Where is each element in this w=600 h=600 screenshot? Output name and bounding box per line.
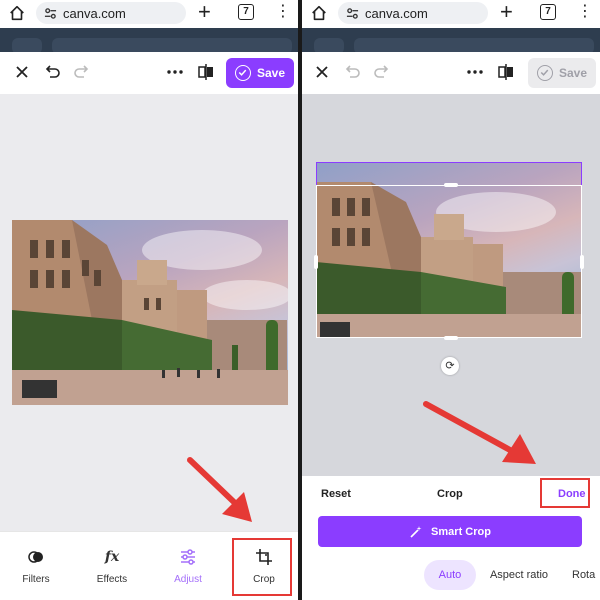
url-text: canva.com bbox=[365, 5, 428, 21]
editor-bottom-toolbar: Filters fx Effects Adjust Crop bbox=[0, 531, 298, 600]
ratio-option-rotate[interactable]: Rota bbox=[572, 560, 600, 590]
compare-icon[interactable] bbox=[496, 62, 516, 82]
crop-handle-right[interactable] bbox=[580, 255, 584, 269]
check-circle-icon bbox=[234, 65, 251, 81]
url-text: canva.com bbox=[63, 5, 126, 21]
sliders-icon bbox=[181, 549, 195, 565]
palace-photo[interactable] bbox=[12, 220, 288, 405]
tab-count-button[interactable]: 7 bbox=[238, 4, 254, 20]
save-label: Save bbox=[558, 66, 588, 80]
tool-label: Filters bbox=[22, 574, 50, 585]
plus-icon[interactable]: + bbox=[198, 1, 211, 23]
browser-chrome: canva.com + 7 ⋮ bbox=[0, 0, 298, 28]
save-button[interactable]: Save bbox=[528, 58, 596, 88]
tune-icon[interactable] bbox=[346, 7, 359, 20]
undo-icon[interactable] bbox=[342, 62, 362, 82]
background-page-strip bbox=[0, 28, 298, 54]
filters-icon bbox=[28, 551, 43, 563]
address-bar[interactable]: canva.com bbox=[36, 2, 186, 24]
tool-effects[interactable]: fx Effects bbox=[82, 548, 142, 585]
compare-icon[interactable] bbox=[196, 62, 216, 82]
reset-button[interactable]: Reset bbox=[321, 488, 351, 500]
close-icon[interactable] bbox=[12, 62, 32, 82]
crop-handle-left[interactable] bbox=[314, 255, 318, 269]
editor-canvas bbox=[0, 94, 298, 531]
crop-handle-top[interactable] bbox=[444, 183, 458, 187]
editor-toolbar: Save bbox=[0, 52, 298, 94]
crop-action-bar: Reset Crop Done bbox=[302, 476, 600, 514]
palace-illustration bbox=[12, 220, 288, 405]
save-label: Save bbox=[256, 66, 286, 80]
fx-icon: fx bbox=[104, 549, 120, 565]
more-horizontal-icon[interactable] bbox=[465, 62, 485, 82]
magic-wand-icon bbox=[410, 525, 422, 538]
red-arrow-pointer bbox=[423, 401, 536, 464]
kebab-icon[interactable]: ⋮ bbox=[275, 2, 291, 22]
undo-icon[interactable] bbox=[42, 62, 62, 82]
crop-selection-area[interactable] bbox=[316, 185, 582, 338]
home-icon[interactable] bbox=[8, 4, 26, 22]
ratio-option-aspect-ratio[interactable]: Aspect ratio bbox=[484, 560, 554, 590]
kebab-icon[interactable]: ⋮ bbox=[577, 2, 593, 22]
rotate-icon[interactable]: ⟳ bbox=[441, 357, 459, 375]
red-arrow-pointer bbox=[187, 457, 252, 522]
ratio-option-auto[interactable]: Auto bbox=[424, 560, 476, 590]
tab-count-button[interactable]: 7 bbox=[540, 4, 556, 20]
save-button[interactable]: Save bbox=[226, 58, 294, 88]
tool-adjust[interactable]: Adjust bbox=[158, 548, 218, 585]
close-icon[interactable] bbox=[312, 62, 332, 82]
background-page-strip bbox=[302, 28, 600, 54]
redo-icon[interactable] bbox=[72, 62, 92, 82]
crop-handle-bottom[interactable] bbox=[444, 336, 458, 340]
browser-chrome: canva.com + 7 ⋮ bbox=[302, 0, 600, 28]
tool-label: Adjust bbox=[174, 574, 202, 585]
smart-crop-label: Smart Crop bbox=[431, 525, 491, 538]
editor-toolbar: Save bbox=[302, 52, 600, 94]
check-circle-icon bbox=[536, 65, 553, 81]
plus-icon[interactable]: + bbox=[500, 1, 513, 23]
more-horizontal-icon[interactable] bbox=[165, 62, 185, 82]
tool-filters[interactable]: Filters bbox=[6, 548, 66, 585]
right-screenshot-panel: canva.com + 7 ⋮ Save ⟳ Reset Crop Done S… bbox=[302, 0, 600, 600]
smart-crop-button[interactable]: Smart Crop bbox=[318, 516, 582, 547]
address-bar[interactable]: canva.com bbox=[338, 2, 488, 24]
left-screenshot-panel: canva.com + 7 ⋮ Save Filters fx Effects … bbox=[0, 0, 298, 600]
crop-title: Crop bbox=[437, 488, 463, 500]
crop-highlight-box bbox=[232, 538, 292, 596]
ratio-options-row: Auto Aspect ratio Rota bbox=[302, 558, 600, 590]
done-highlight-box bbox=[540, 478, 590, 508]
editor-canvas: ⟳ bbox=[302, 94, 600, 531]
tool-label: Effects bbox=[96, 574, 128, 585]
redo-icon[interactable] bbox=[372, 62, 392, 82]
home-icon[interactable] bbox=[310, 4, 328, 22]
tune-icon[interactable] bbox=[44, 7, 57, 20]
